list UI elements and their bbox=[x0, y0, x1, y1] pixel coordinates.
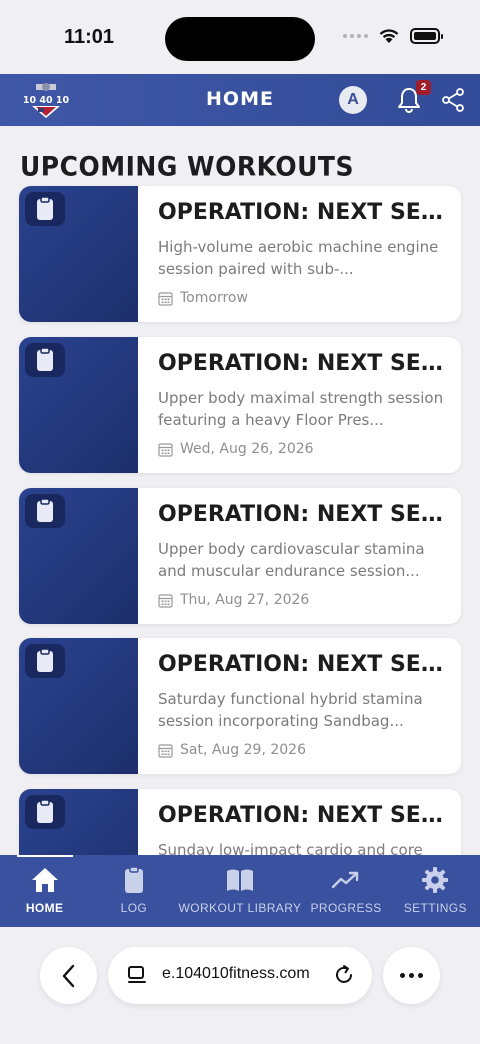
workout-card[interactable]: OPERATION: NEXT SEMESTER... High-volume … bbox=[19, 186, 461, 322]
workout-title: OPERATION: NEXT SEMESTER... bbox=[158, 652, 453, 677]
reload-icon[interactable] bbox=[332, 963, 356, 987]
workout-card[interactable]: OPERATION: NEXT SEMESTER... Upper body c… bbox=[19, 488, 461, 624]
workout-description: Upper body maximal strength session feat… bbox=[158, 389, 444, 429]
chevron-left-icon bbox=[62, 964, 74, 987]
nav-item-progress[interactable]: PROGRESS bbox=[301, 855, 390, 927]
browser-address-bar[interactable]: e.104010fitness.com bbox=[108, 947, 372, 1004]
battery-icon bbox=[410, 28, 443, 44]
more-dot-icon bbox=[400, 973, 405, 978]
workout-description: Saturday functional hybrid stamina sessi… bbox=[158, 690, 423, 730]
nav-label: HOME bbox=[25, 901, 64, 915]
workout-thumbnail bbox=[19, 488, 138, 624]
workout-title: OPERATION: NEXT SEMESTER... bbox=[158, 502, 453, 527]
gear-icon bbox=[422, 867, 449, 893]
nav-item-home[interactable]: HOME bbox=[0, 855, 89, 927]
clipboard-icon bbox=[25, 192, 65, 226]
clipboard-icon bbox=[25, 795, 65, 829]
workout-title: OPERATION: NEXT SEMESTER... bbox=[158, 200, 453, 225]
clipboard-icon bbox=[124, 866, 143, 893]
cellular-signal-icon bbox=[343, 34, 368, 38]
workout-date-text: Wed, Aug 26, 2026 bbox=[180, 441, 314, 457]
calendar-icon bbox=[158, 743, 173, 758]
workout-thumbnail bbox=[19, 186, 138, 322]
workout-date: Thu, Aug 27, 2026 bbox=[158, 592, 309, 608]
nav-active-indicator bbox=[17, 855, 73, 857]
nav-label: LOG bbox=[120, 901, 148, 915]
workout-description: High-volume aerobic machine engine sessi… bbox=[158, 238, 439, 278]
workout-date: Sat, Aug 29, 2026 bbox=[158, 742, 306, 758]
workout-title: OPERATION: NEXT SEMESTER... bbox=[158, 803, 453, 828]
nav-item-workout-library[interactable]: WORKOUT LIBRARY bbox=[179, 855, 302, 927]
book-icon bbox=[226, 869, 253, 891]
home-icon bbox=[31, 868, 58, 892]
calendar-icon bbox=[158, 442, 173, 457]
workout-card[interactable]: OPERATION: NEXT SEMESTER... Saturday fun… bbox=[19, 638, 461, 774]
workout-thumbnail bbox=[19, 337, 138, 473]
share-icon[interactable] bbox=[440, 87, 466, 113]
section-title: UPCOMING WORKOUTS bbox=[20, 151, 354, 182]
workout-card[interactable]: OPERATION: NEXT SEMESTER... Upper body m… bbox=[19, 337, 461, 473]
nav-label: PROGRESS bbox=[310, 901, 382, 915]
nav-label: WORKOUT LIBRARY bbox=[178, 901, 302, 915]
status-icons bbox=[343, 28, 443, 44]
calendar-icon bbox=[158, 593, 173, 608]
calendar-icon bbox=[158, 291, 173, 306]
browser-back-button[interactable] bbox=[40, 947, 97, 1004]
avatar[interactable]: A bbox=[339, 86, 367, 114]
nav-item-log[interactable]: LOG bbox=[89, 855, 178, 927]
browser-url-text: e.104010fitness.com bbox=[162, 965, 310, 982]
trend-icon bbox=[331, 871, 359, 889]
workout-date: Wed, Aug 26, 2026 bbox=[158, 441, 314, 457]
workout-description: Upper body cardiovascular stamina and mu… bbox=[158, 540, 425, 580]
workout-thumbnail bbox=[19, 638, 138, 774]
page-menu-icon[interactable] bbox=[126, 964, 148, 986]
workout-date-text: Tomorrow bbox=[180, 290, 248, 306]
browser-more-button[interactable] bbox=[383, 947, 440, 1004]
app-header: 10 40 10 HOME A bbox=[0, 74, 480, 126]
notification-badge: 2 bbox=[416, 80, 431, 95]
workout-date-text: Thu, Aug 27, 2026 bbox=[180, 592, 310, 608]
bottom-nav: HOME LOG WORKOUT LIBRARY PROGRESS SETTIN… bbox=[0, 855, 480, 927]
wifi-icon bbox=[379, 29, 399, 43]
clipboard-icon bbox=[25, 343, 65, 377]
status-time: 11:01 bbox=[64, 26, 115, 48]
more-dot-icon bbox=[418, 973, 423, 978]
status-bar: 11:01 bbox=[0, 0, 480, 74]
workout-date-text: Sat, Aug 29, 2026 bbox=[180, 742, 306, 758]
nav-label: SETTINGS bbox=[403, 901, 467, 915]
clipboard-icon bbox=[25, 494, 65, 528]
clipboard-icon bbox=[25, 644, 65, 678]
nav-item-settings[interactable]: SETTINGS bbox=[391, 855, 480, 927]
more-dot-icon bbox=[409, 973, 414, 978]
workout-date: Tomorrow bbox=[158, 290, 248, 306]
dynamic-island bbox=[165, 17, 315, 61]
workout-title: OPERATION: NEXT SEMESTER... bbox=[158, 351, 453, 376]
browser-toolbar: e.104010fitness.com bbox=[0, 927, 480, 1044]
